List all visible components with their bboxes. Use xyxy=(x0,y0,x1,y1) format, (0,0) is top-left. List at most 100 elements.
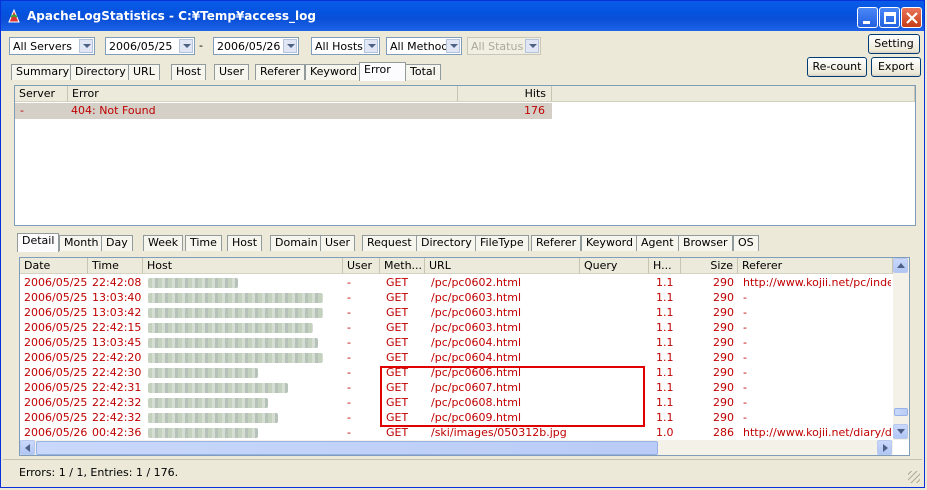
cell-referer: http://www.kojii.net/pc/index xyxy=(743,276,891,289)
server-select[interactable]: All Servers xyxy=(9,37,95,55)
cell-time: 22:42:15 xyxy=(92,321,142,334)
column-header-date[interactable]: Date xyxy=(20,258,88,274)
tab-filetype[interactable]: FileType xyxy=(475,235,529,251)
tab-referer[interactable]: Referer xyxy=(531,235,582,251)
tab-referer[interactable]: Referer xyxy=(255,64,306,80)
tab-os[interactable]: OS xyxy=(733,235,759,251)
tab-directory[interactable]: Directory xyxy=(70,64,131,80)
cell-url: /pc/pc0602.html xyxy=(431,276,522,289)
cell-http: 1.1 xyxy=(656,381,674,394)
cell-size: 290 xyxy=(713,381,734,394)
tab-domain[interactable]: Domain xyxy=(270,235,323,251)
table-row[interactable]: 2006/05/26 00:42:36 - GET/ski/images/050312… xyxy=(20,425,893,440)
table-row[interactable]: - 404: Not Found 176 xyxy=(15,103,552,119)
detail-table: Date Time Host User Meth... URL Query H.… xyxy=(19,257,910,456)
cell-method: GET xyxy=(386,336,409,349)
cell-http: 1.1 xyxy=(656,306,674,319)
column-header-query[interactable]: Query xyxy=(580,258,649,274)
cell-referer: - xyxy=(743,351,747,364)
column-header-url[interactable]: URL xyxy=(425,258,580,274)
cell-url: /pc/pc0603.html xyxy=(431,291,522,304)
scroll-down-icon[interactable] xyxy=(893,424,908,439)
tab-time[interactable]: Time xyxy=(185,235,222,251)
method-select[interactable]: All Method xyxy=(386,37,462,55)
report-tabs: Summary Directory URL Host User Referer … xyxy=(11,62,451,81)
chevron-down-icon[interactable] xyxy=(79,39,93,53)
tab-browser[interactable]: Browser xyxy=(678,235,733,251)
tab-keyword[interactable]: Keyword xyxy=(581,235,638,251)
tab-summary[interactable]: Summary xyxy=(11,64,75,80)
status-select-value: All Status xyxy=(471,40,524,53)
column-header-hits[interactable]: Hits xyxy=(458,86,552,102)
resize-grip-icon[interactable] xyxy=(908,471,920,483)
cell-date: 2006/05/25 xyxy=(24,411,88,424)
tab-request[interactable]: Request xyxy=(362,235,417,251)
cell-time: 13:03:45 xyxy=(92,336,142,349)
tab-error[interactable]: Error xyxy=(359,62,406,81)
column-header-host[interactable]: Host xyxy=(143,258,343,274)
title-bar[interactable]: ApacheLogStatistics - C:¥Temp¥access_log xyxy=(1,1,924,31)
error-hits: 176 xyxy=(524,104,545,117)
table-row[interactable]: 2006/05/25 22:42:20 - GET/pc/pc0604.html 1.1… xyxy=(20,350,893,365)
table-row[interactable]: 2006/05/25 13:03:45 - GET/pc/pc0604.html 1.1… xyxy=(20,335,893,350)
column-header-user[interactable]: User xyxy=(343,258,380,274)
scroll-left-icon[interactable] xyxy=(20,440,35,455)
maximize-button[interactable] xyxy=(879,7,900,28)
column-header-referer[interactable]: Referer xyxy=(738,258,893,274)
cell-time: 22:42:20 xyxy=(92,351,142,364)
tab-url[interactable]: URL xyxy=(128,64,160,80)
column-header-time[interactable]: Time xyxy=(88,258,143,274)
column-header-method[interactable]: Meth... xyxy=(380,258,425,274)
close-button[interactable] xyxy=(901,7,922,28)
vertical-scrollbar[interactable] xyxy=(893,258,909,440)
tab-month[interactable]: Month xyxy=(59,235,104,251)
date-from-picker[interactable]: 2006/05/25 xyxy=(105,37,195,55)
tab-keyword[interactable]: Keyword xyxy=(305,64,362,80)
column-header-size[interactable]: Size xyxy=(681,258,738,274)
date-to-picker[interactable]: 2006/05/26 xyxy=(213,37,299,55)
chevron-down-icon[interactable] xyxy=(446,39,460,53)
vertical-scroll-thumb[interactable] xyxy=(894,408,908,416)
date-from-value: 2006/05/25 xyxy=(109,40,173,53)
tab-agent[interactable]: Agent xyxy=(636,235,679,251)
hosts-select[interactable]: All Hosts xyxy=(311,37,380,55)
table-row[interactable]: 2006/05/25 22:42:08 - GET/pc/pc0602.html 1.1… xyxy=(20,275,893,290)
cell-date: 2006/05/25 xyxy=(24,321,88,334)
setting-button[interactable]: Setting xyxy=(868,34,920,54)
tab-host[interactable]: Host xyxy=(227,235,263,251)
table-row[interactable]: 2006/05/25 22:42:15 - GET/pc/pc0603.html 1.1… xyxy=(20,320,893,335)
horizontal-scrollbar[interactable] xyxy=(20,440,893,455)
tab-host[interactable]: Host xyxy=(171,64,207,80)
column-header-http[interactable]: H... xyxy=(649,258,681,274)
export-button[interactable]: Export xyxy=(871,57,921,77)
horizontal-scroll-thumb[interactable] xyxy=(36,441,658,455)
column-header-error[interactable]: Error xyxy=(68,86,458,102)
column-header-server[interactable]: Server xyxy=(15,86,68,102)
chevron-down-icon[interactable] xyxy=(364,39,378,53)
cell-http: 1.1 xyxy=(656,366,674,379)
scroll-right-icon[interactable] xyxy=(877,440,892,455)
table-row[interactable]: 2006/05/25 13:03:40 - GET/pc/pc0603.html 1.1… xyxy=(20,290,893,305)
tab-week[interactable]: Week xyxy=(143,235,184,251)
tab-total[interactable]: Total xyxy=(405,64,441,80)
cell-date: 2006/05/26 xyxy=(24,426,88,439)
cell-user: - xyxy=(347,276,351,289)
table-row[interactable]: 2006/05/25 13:03:42 - GET/pc/pc0603.html 1.1… xyxy=(20,305,893,320)
column-header-blank xyxy=(552,86,915,102)
chevron-down-icon[interactable] xyxy=(179,39,193,53)
cell-size: 290 xyxy=(713,411,734,424)
cell-user: - xyxy=(347,336,351,349)
cell-http: 1.1 xyxy=(656,351,674,364)
tab-directory[interactable]: Directory xyxy=(416,235,477,251)
tab-user[interactable]: User xyxy=(320,235,356,251)
recount-button[interactable]: Re-count xyxy=(807,57,867,77)
cell-time: 13:03:40 xyxy=(92,291,142,304)
tab-detail[interactable]: Detail xyxy=(17,233,60,252)
tab-user[interactable]: User xyxy=(214,64,250,80)
minimize-button[interactable] xyxy=(857,7,878,28)
chevron-down-icon[interactable] xyxy=(283,39,297,53)
scroll-up-icon[interactable] xyxy=(893,258,908,273)
cell-http: 1.0 xyxy=(656,426,674,439)
cell-size: 290 xyxy=(713,321,734,334)
tab-day[interactable]: Day xyxy=(101,235,133,251)
